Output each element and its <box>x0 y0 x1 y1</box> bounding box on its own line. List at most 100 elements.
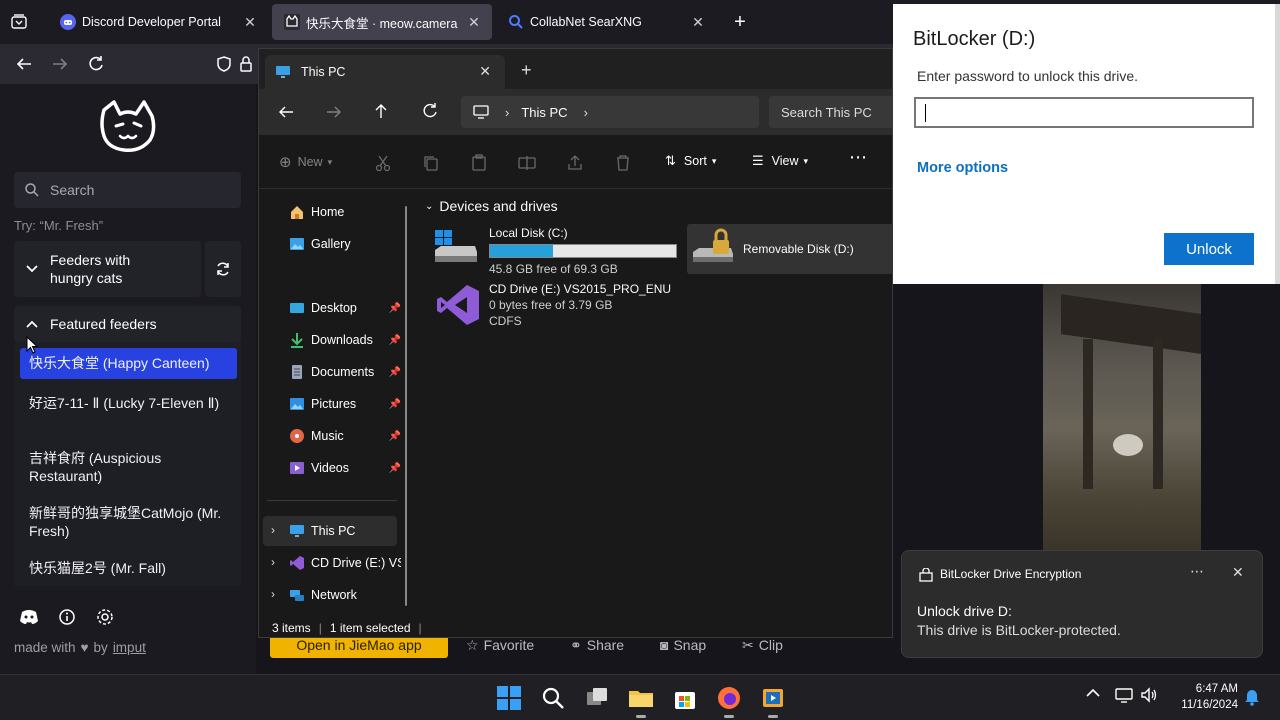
nav-gallery[interactable]: Gallery <box>289 232 401 256</box>
delete-icon[interactable] <box>614 154 632 172</box>
explorer-search-input[interactable]: Search This PC <box>769 96 892 128</box>
feeders-hungry-accordion[interactable]: Feeders with hungry cats <box>14 241 201 297</box>
password-field[interactable] <box>914 97 1254 128</box>
unlock-button[interactable]: Unlock <box>1164 233 1254 265</box>
status-divider: | <box>318 621 322 635</box>
clock[interactable]: 6:47 AM 11/16/2024 <box>1168 681 1238 713</box>
feeder-item[interactable]: 好运7-11- Ⅱ (Lucky 7-Eleven Ⅱ) <box>20 390 237 432</box>
new-tab-icon[interactable]: + <box>521 60 532 81</box>
tab-list-icon[interactable] <box>10 13 28 31</box>
nav-network[interactable]: Network <box>289 583 401 607</box>
feeder-item[interactable]: 吉祥食府 (Auspicious Restaurant) <box>20 445 237 487</box>
share-label: Share <box>586 637 625 653</box>
chevron-down-icon: ⌄ <box>425 200 434 212</box>
rename-icon[interactable] <box>518 154 536 172</box>
browser-tab-searxng[interactable]: CollabNet SearXNG ✕ <box>496 4 716 40</box>
close-tab-icon[interactable]: ✕ <box>479 63 491 80</box>
microsoft-store-icon[interactable] <box>672 685 698 711</box>
monitor-icon <box>276 66 290 78</box>
file-explorer-icon[interactable] <box>628 685 654 711</box>
refresh-icon[interactable] <box>421 102 439 120</box>
section-header[interactable]: ⌄ Devices and drives <box>425 198 558 214</box>
meow-camera-logo[interactable] <box>96 100 160 156</box>
nav-label: Home <box>311 205 345 219</box>
download-icon <box>291 333 303 348</box>
forward-icon[interactable] <box>48 52 72 76</box>
nav-desktop[interactable]: Desktop 📌 <box>289 296 401 320</box>
browser-tab-discord[interactable]: Discord Developer Portal ✕ <box>48 4 268 40</box>
close-tab-icon[interactable]: ✕ <box>242 14 258 30</box>
browser-tab-meow-camera[interactable]: 快乐大食堂 · meow.camera ✕ <box>272 4 492 40</box>
more-options-link[interactable]: More options <box>917 160 1008 176</box>
settings-icon[interactable] <box>96 608 114 626</box>
more-options-icon[interactable]: ⋯ <box>849 147 867 168</box>
chevron-up-icon[interactable] <box>1086 688 1100 698</box>
close-tab-icon[interactable]: ✕ <box>466 14 482 30</box>
volume-icon[interactable] <box>1140 687 1158 703</box>
nav-music[interactable]: Music 📌 <box>289 424 401 448</box>
explorer-tab-this-pc[interactable]: This PC ✕ <box>265 55 505 89</box>
view-label: View <box>771 154 799 168</box>
paste-icon[interactable] <box>470 154 488 172</box>
new-tab-icon[interactable]: + <box>730 12 750 32</box>
windows-drive-icon <box>435 230 477 262</box>
drive-c[interactable]: Local Disk (C:) 45.8 GB free of 69.3 GB <box>433 224 683 276</box>
nav-scrollbar[interactable] <box>405 206 407 606</box>
text-cursor <box>925 104 926 122</box>
network-icon <box>290 590 304 601</box>
nav-label: Desktop <box>311 301 357 315</box>
new-button[interactable]: ⊕ New ▾ <box>279 153 332 171</box>
discord-icon[interactable] <box>18 606 40 628</box>
lock-icon[interactable] <box>236 52 256 76</box>
feeder-search-input[interactable]: Search <box>14 172 241 208</box>
nav-home[interactable]: Home <box>289 200 401 224</box>
forward-icon[interactable] <box>325 103 343 121</box>
feeder-item[interactable]: 新鲜哥的独享城堡CatMojo (Mr. Fresh) <box>20 500 237 542</box>
featured-feeders-accordion[interactable]: Featured feeders <box>14 306 241 342</box>
info-icon[interactable] <box>58 608 76 626</box>
snap-label: Snap <box>673 637 707 653</box>
search-icon[interactable] <box>540 685 566 711</box>
refresh-button[interactable] <box>205 241 241 297</box>
back-icon[interactable] <box>12 52 36 76</box>
nav-downloads[interactable]: Downloads 📌 <box>289 328 401 352</box>
feeder-item[interactable]: 快乐大食堂 (Happy Canteen) <box>20 348 237 379</box>
up-icon[interactable] <box>372 102 390 120</box>
drive-name: Local Disk (C:) <box>489 226 568 240</box>
share-icon[interactable] <box>566 154 584 172</box>
nav-this-pc[interactable]: This PC <box>289 519 401 543</box>
nav-cd-drive[interactable]: CD Drive (E:) VS2 <box>289 551 401 575</box>
drive-d[interactable]: Removable Disk (D:) <box>687 224 897 274</box>
chevron-right-icon[interactable]: › <box>271 555 275 569</box>
document-icon <box>292 365 302 379</box>
feeder-item[interactable]: 快乐猫屋2号 (Mr. Fall) <box>20 555 237 583</box>
view-button[interactable]: ☰ View ▾ <box>752 153 808 169</box>
network-icon[interactable] <box>1115 687 1133 703</box>
notification-bell-icon[interactable] <box>1244 688 1260 706</box>
back-icon[interactable] <box>277 103 295 121</box>
firefox-icon[interactable] <box>716 685 742 711</box>
sort-button[interactable]: ⇅ Sort ▾ <box>665 153 716 169</box>
nav-label: Pictures <box>311 397 357 411</box>
cat <box>1113 434 1143 456</box>
nav-documents[interactable]: Documents 📌 <box>289 360 401 384</box>
windows-start-icon[interactable] <box>496 685 522 711</box>
toast-more-icon[interactable]: ⋯ <box>1190 563 1204 580</box>
close-tab-icon[interactable]: ✕ <box>690 14 706 30</box>
breadcrumb[interactable]: › This PC › <box>461 96 759 128</box>
bitlocker-toast[interactable]: BitLocker Drive Encryption ⋯ ✕ Unlock dr… <box>901 550 1263 658</box>
drive-e[interactable]: CD Drive (E:) VS2015_PRO_ENU 0 bytes fre… <box>433 280 693 330</box>
nav-pictures[interactable]: Pictures 📌 <box>289 392 401 416</box>
chevron-right-icon[interactable]: › <box>271 523 275 537</box>
copy-icon[interactable] <box>422 154 440 172</box>
imput-link[interactable]: imput <box>113 640 146 655</box>
reload-icon[interactable] <box>84 52 108 76</box>
media-player-icon[interactable] <box>760 685 786 711</box>
task-view-icon[interactable] <box>584 685 610 711</box>
music-icon <box>290 429 304 443</box>
toast-close-icon[interactable]: ✕ <box>1232 564 1244 581</box>
nav-videos[interactable]: Videos 📌 <box>289 456 401 480</box>
cut-icon[interactable] <box>374 154 392 172</box>
chevron-right-icon[interactable]: › <box>271 587 275 601</box>
shield-icon[interactable] <box>212 52 236 76</box>
